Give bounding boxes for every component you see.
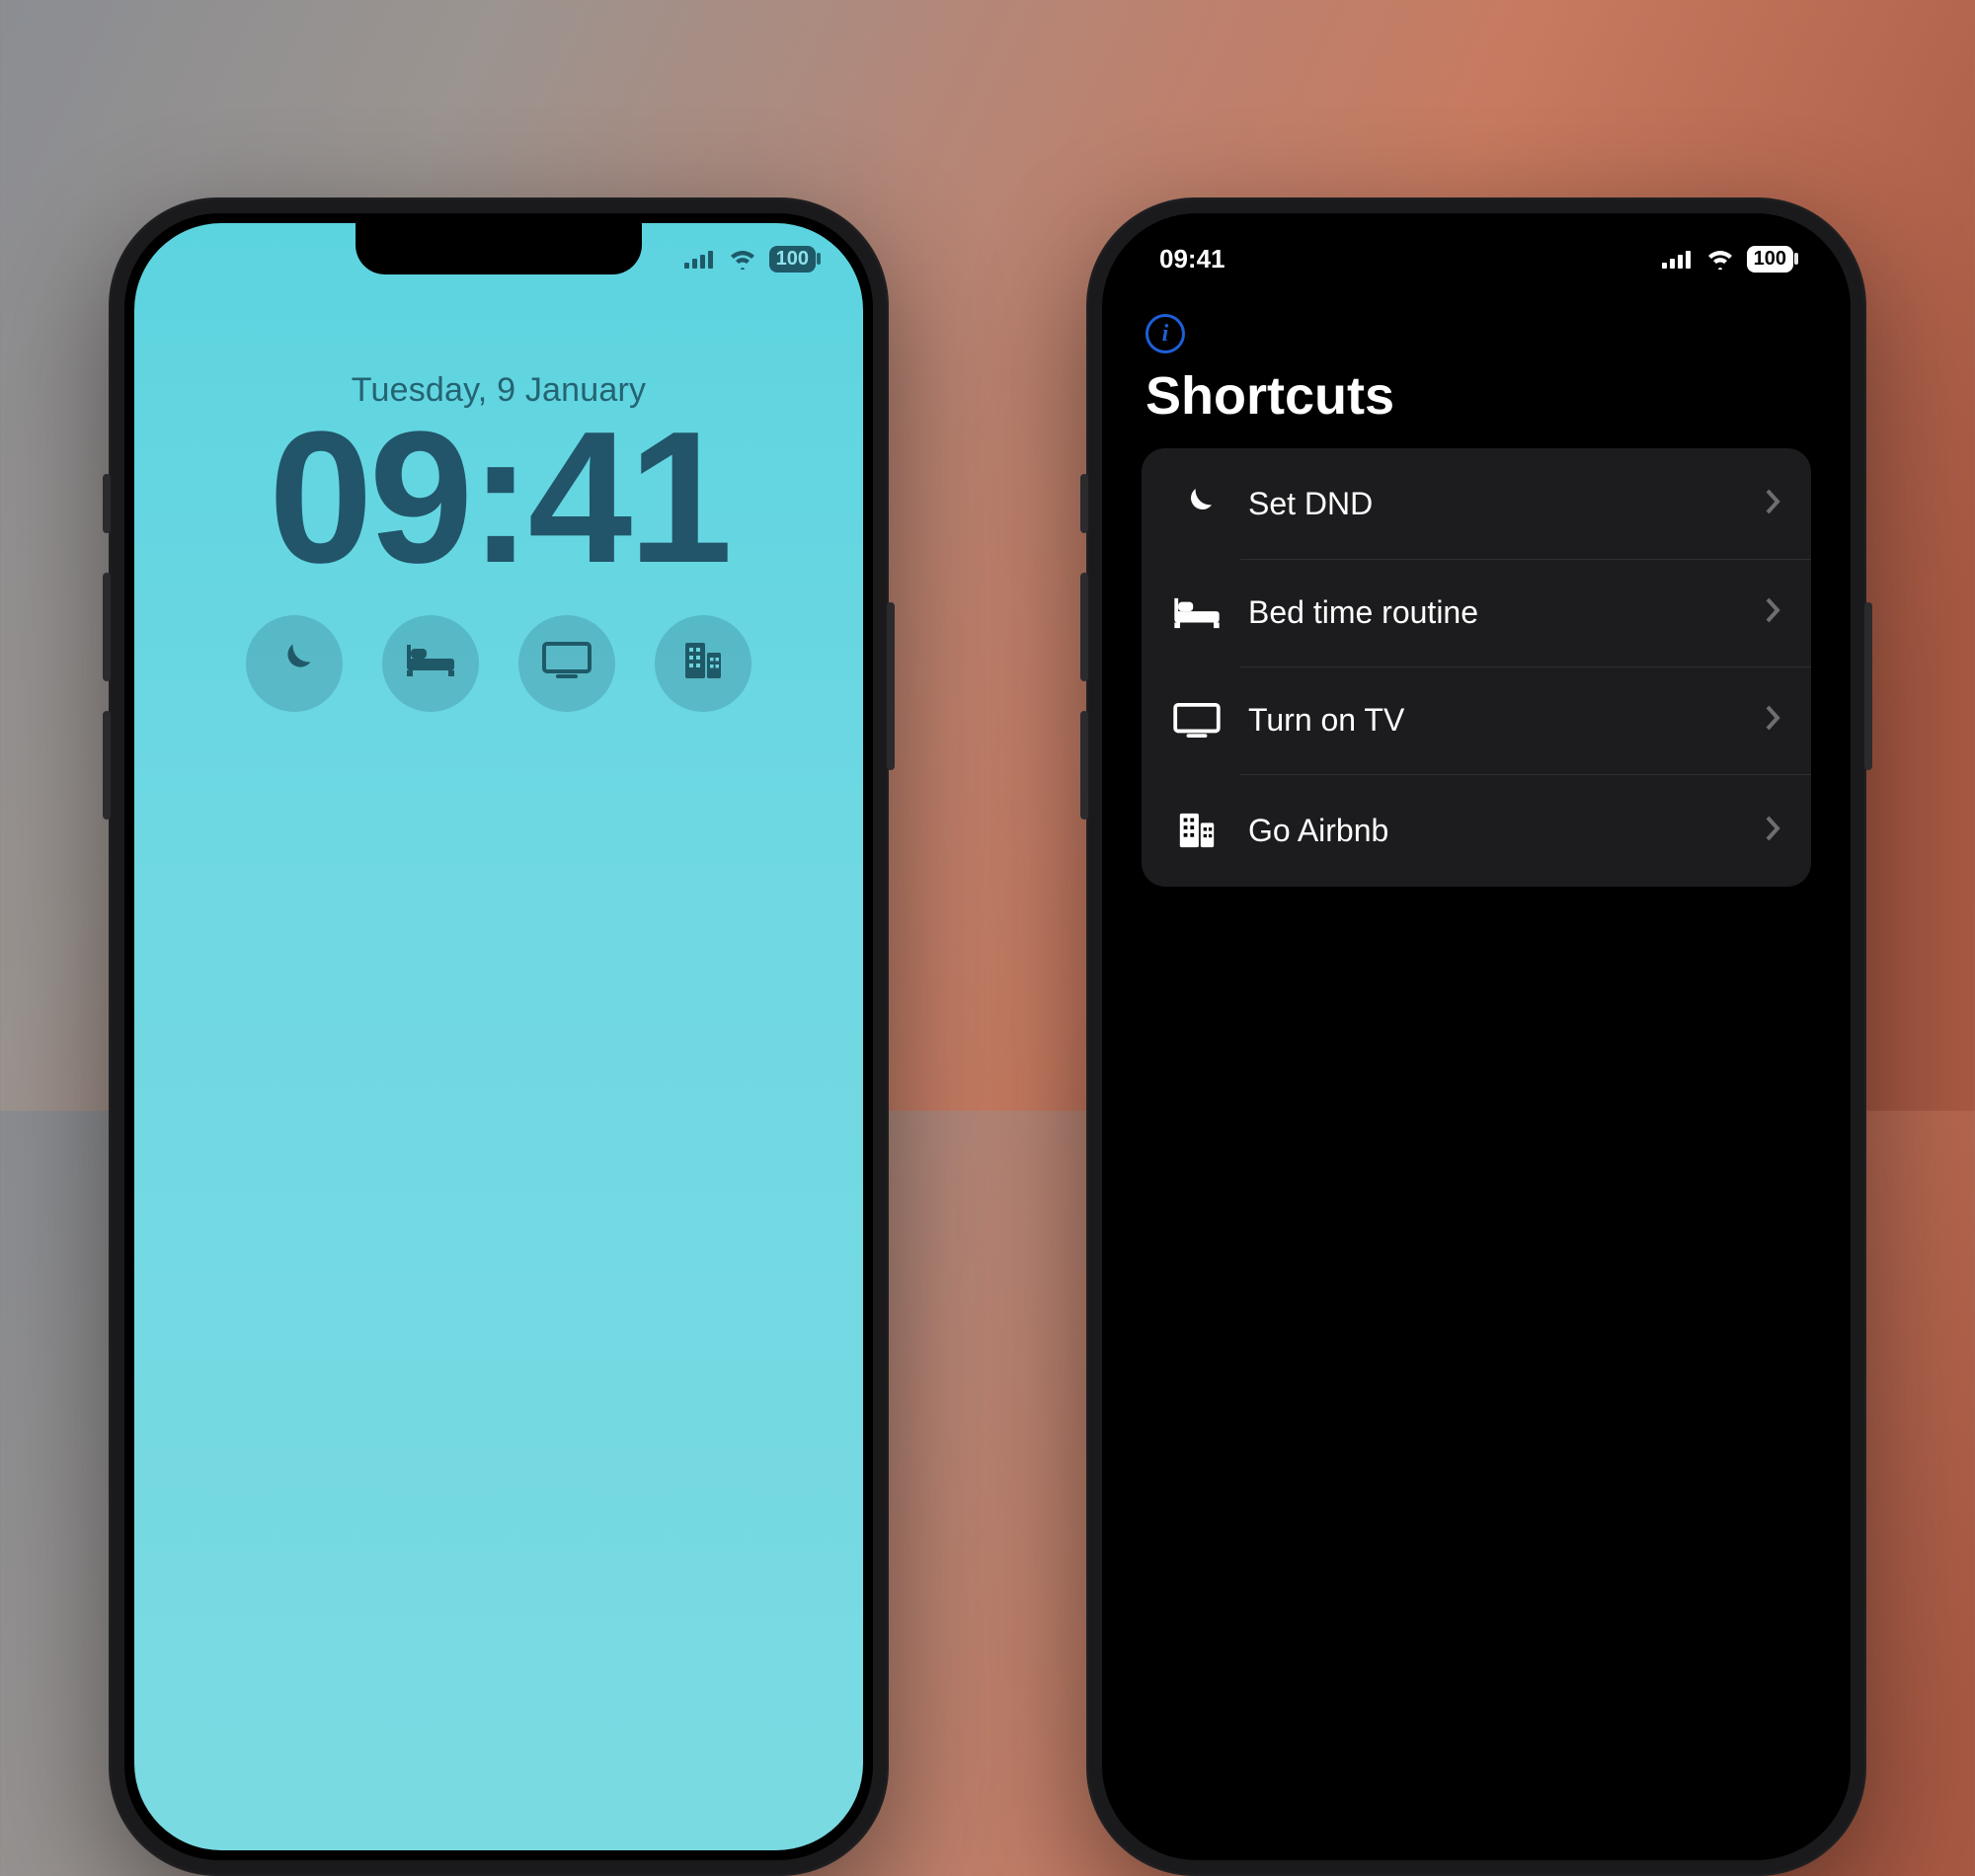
lock-time: 09:41 (134, 400, 863, 597)
widget-dnd[interactable] (246, 615, 343, 712)
tv-icon (542, 642, 592, 684)
battery-indicator: 100 (769, 246, 816, 273)
notch (1333, 223, 1620, 274)
status-time: 09:41 (1159, 244, 1225, 274)
widget-airbnb[interactable] (655, 615, 751, 712)
shortcut-label: Turn on TV (1248, 702, 1738, 739)
info-button[interactable]: i (1146, 314, 1185, 353)
shortcut-label: Set DND (1248, 486, 1738, 522)
shortcut-label: Go Airbnb (1248, 813, 1738, 849)
chevron-right-icon (1764, 487, 1781, 521)
chevron-right-icon (1764, 595, 1781, 630)
info-icon: i (1162, 321, 1169, 348)
building-icon (1171, 810, 1223, 851)
building-icon (681, 639, 725, 687)
wifi-icon (1705, 248, 1735, 270)
bed-icon (1171, 596, 1223, 630)
phone-lockscreen: 100 Tuesday, 9 January 09:41 (109, 197, 889, 1876)
widget-tv[interactable] (518, 615, 615, 712)
widget-row (134, 615, 863, 712)
shortcut-row-tv[interactable]: Turn on TV (1142, 666, 1811, 774)
cellular-icon (684, 249, 716, 269)
wifi-icon (728, 248, 757, 270)
notch (356, 223, 642, 274)
shortcuts-list: Set DND Bed time routine (1142, 448, 1811, 887)
page-title: Shortcuts (1146, 365, 1811, 427)
phone-shortcuts: 09:41 100 i Shortcuts (1086, 197, 1866, 1876)
chevron-right-icon (1764, 703, 1781, 738)
widget-bedtime[interactable] (382, 615, 479, 712)
cellular-icon (1662, 249, 1694, 269)
moon-icon (1171, 484, 1223, 523)
chevron-right-icon (1764, 814, 1781, 848)
moon-icon (273, 639, 316, 687)
shortcut-row-airbnb[interactable]: Go Airbnb (1142, 774, 1811, 887)
shortcut-row-set-dnd[interactable]: Set DND (1142, 448, 1811, 559)
shortcut-row-bedtime[interactable]: Bed time routine (1142, 559, 1811, 666)
battery-indicator: 100 (1747, 246, 1793, 273)
shortcut-label: Bed time routine (1248, 594, 1738, 631)
bed-icon (405, 643, 456, 683)
tv-icon (1171, 703, 1223, 739)
